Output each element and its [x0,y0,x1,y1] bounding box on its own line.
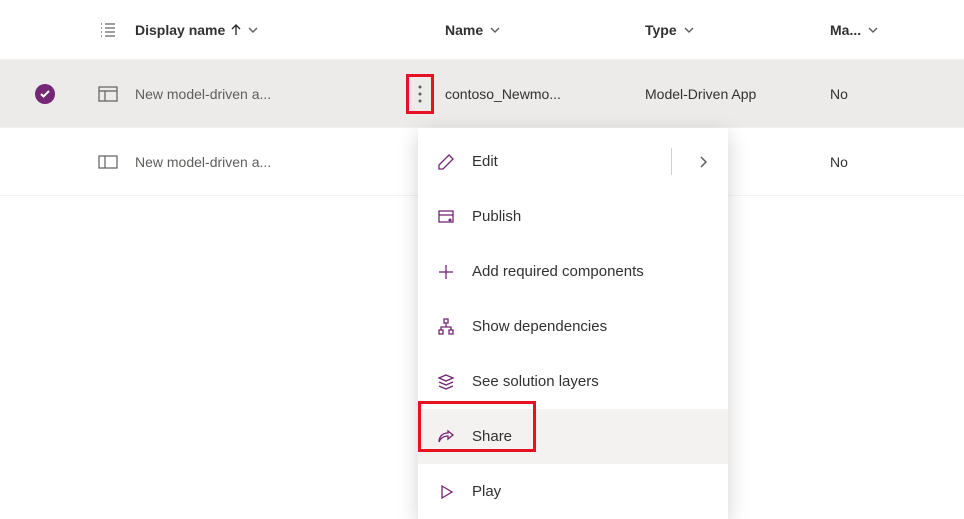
menu-item-label: See solution layers [472,373,599,390]
column-header-managed-label: Ma... [830,22,861,38]
menu-item-label: Play [472,483,501,500]
row-type: Model-Driven App [645,86,830,102]
publish-icon [436,207,456,227]
menu-item-label: Show dependencies [472,318,607,335]
more-vertical-icon [418,85,422,103]
share-icon [436,427,456,447]
row-display-name: New model-driven a... [135,154,271,170]
chevron-down-icon [247,24,259,36]
menu-item-label: Publish [472,208,521,225]
menu-item-publish[interactable]: Publish [418,189,728,244]
chevron-right-icon[interactable] [698,155,708,169]
column-header-display-name[interactable]: Display name [135,22,395,38]
row-display-name: New model-driven a... [135,86,271,102]
column-header-display-name-label: Display name [135,22,225,38]
play-icon [436,482,456,502]
table-row[interactable]: New model-driven a... contoso_Newmo... M… [0,60,964,128]
menu-item-edit[interactable]: Edit [418,134,728,189]
context-menu: Edit Publish Add required components Sho… [418,128,728,519]
row-type-icon [80,155,135,169]
menu-item-add-required[interactable]: Add required components [418,244,728,299]
more-actions-button[interactable] [406,74,434,114]
row-managed: No [830,154,954,170]
table-header-row: Display name Name Type Ma... [0,0,964,60]
menu-item-label: Edit [472,153,498,170]
menu-item-play[interactable]: Play [418,464,728,519]
chevron-down-icon [489,24,501,36]
column-header-type-label: Type [645,22,677,38]
menu-item-label: Add required components [472,263,644,280]
checkmark-circle-icon [35,84,55,104]
menu-item-see-layers[interactable]: See solution layers [418,354,728,409]
row-name: contoso_Newmo... [445,86,645,102]
menu-item-label: Share [472,428,512,445]
hierarchy-icon [436,317,456,337]
row-display-name-cell[interactable]: New model-driven a... [135,154,395,170]
pencil-icon [436,152,456,172]
column-chooser-icon[interactable] [80,21,135,39]
menu-item-show-dependencies[interactable]: Show dependencies [418,299,728,354]
row-display-name-cell[interactable]: New model-driven a... [135,86,395,102]
menu-item-share[interactable]: Share [418,409,728,464]
layers-icon [436,372,456,392]
menu-separator [671,148,672,175]
row-managed: No [830,86,954,102]
chevron-down-icon [867,24,879,36]
plus-icon [436,262,456,282]
column-header-name-label: Name [445,22,483,38]
column-header-type[interactable]: Type [645,22,830,38]
column-header-managed[interactable]: Ma... [830,22,954,38]
column-header-name[interactable]: Name [445,22,645,38]
chevron-down-icon [683,24,695,36]
sort-asc-icon [231,24,241,36]
row-select-cell[interactable] [10,84,80,104]
row-type-icon [80,86,135,102]
